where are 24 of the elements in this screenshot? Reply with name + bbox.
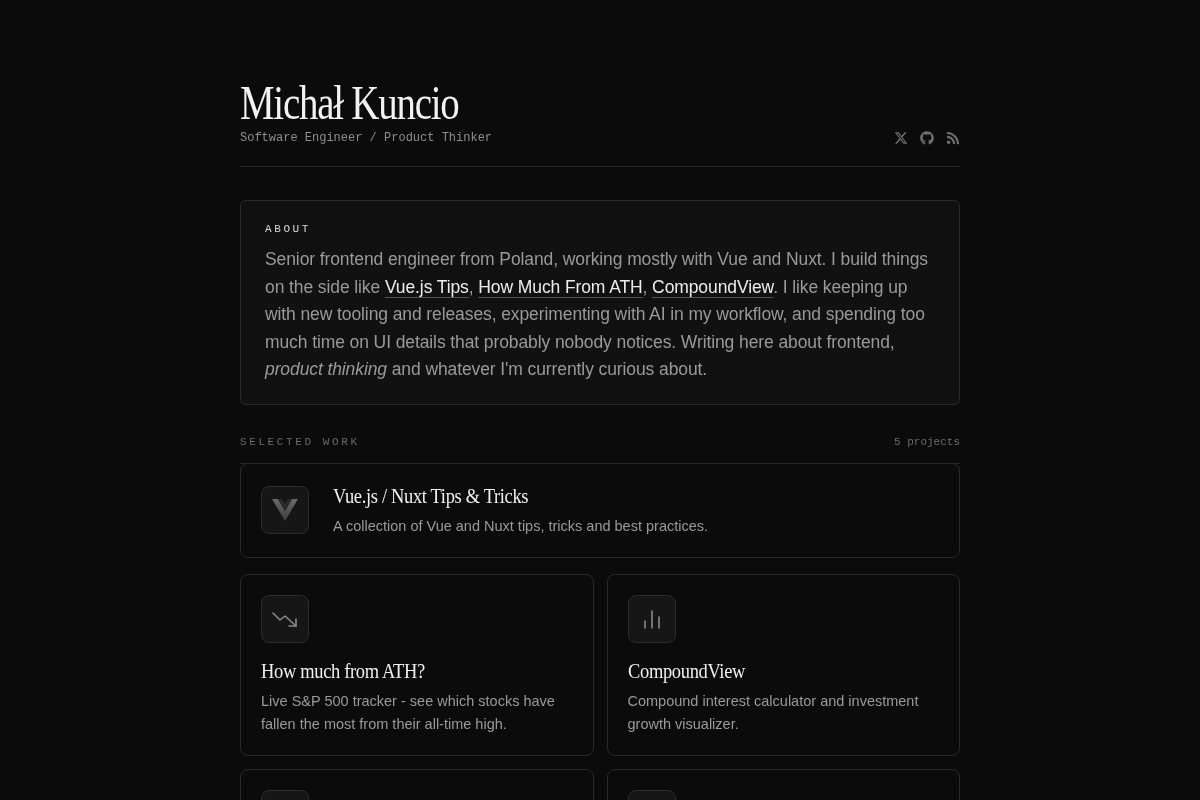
project-count: 5 projects — [894, 434, 960, 449]
project-description: A collection of Vue and Nuxt tips, tricks and best practices. — [333, 516, 709, 536]
v-logo-icon — [261, 486, 309, 534]
project-title: Vue.js / Nuxt Tips & Tricks — [333, 482, 529, 509]
featured-project-card[interactable]: Vue.js / Nuxt Tips & Tricks A collection of Vue and Nuxt tips, tricks and best practices. — [240, 462, 960, 558]
project-card[interactable]: How much from ATH? Live S&P 500 tracker - see which stocks have fallen the most from their all-time high. — [240, 573, 594, 756]
inline-link[interactable]: CompoundView — [652, 276, 774, 298]
project-description: Live S&P 500 tracker - see which stocks have fallen the most from their all-time high. — [261, 691, 556, 734]
x-logo-icon[interactable] — [894, 131, 908, 145]
inline-link[interactable]: How Much From ATH — [478, 276, 643, 298]
bar-chart-icon — [627, 594, 676, 643]
github-icon[interactable] — [920, 131, 934, 145]
rss-icon[interactable] — [946, 131, 960, 145]
project-title: How much from ATH? — [261, 657, 425, 684]
project-description: Compound interest calculator and investment growth visualizer. — [627, 691, 920, 734]
about-paragraph: Senior frontend engineer from Poland, working mostly with Vue and Nuxt. I build things on the side like Vue.js Tips, How Much From ATH, CompoundView. I like keeping up with new tooling and releases, experimenting with AI in my workflow, and spending too much time on UI details that probably nobody notices. Writing here about frontend, product thinking and whatever I'm currently curious about. — [265, 248, 929, 381]
project-card[interactable]: CompoundView Compound interest calculator and investment growth visualizer. — [606, 573, 960, 756]
section-label: SELECTED WORK — [240, 434, 360, 449]
section-label: ABOUT — [265, 222, 312, 236]
trend-down-icon — [261, 594, 309, 643]
inline-link[interactable]: Vue.js Tips — [384, 276, 469, 298]
author-name: Michał Kuncio — [240, 78, 459, 128]
project-title: CompoundView — [627, 657, 745, 684]
tagline: Software Engineer / Product Thinker — [240, 130, 493, 146]
